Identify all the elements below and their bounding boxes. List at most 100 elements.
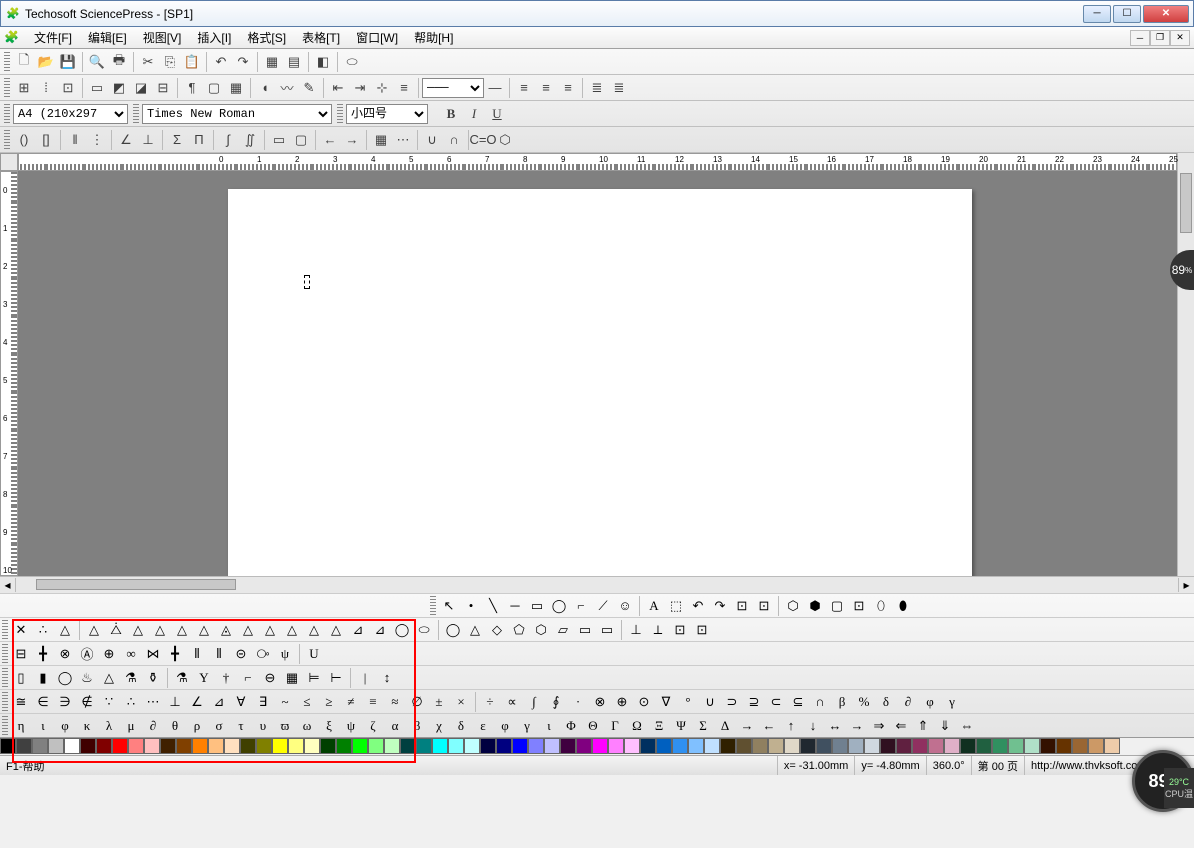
menu-view[interactable]: 视图[V] [135, 27, 190, 48]
symbol-button[interactable]: △ [281, 620, 303, 640]
color-swatch[interactable] [832, 738, 848, 754]
color-swatch[interactable] [176, 738, 192, 754]
symbol-button[interactable]: ⊗ [589, 692, 611, 712]
symbol-button[interactable]: ∂ [142, 716, 164, 736]
symbol-button[interactable]: ⊆ [787, 692, 809, 712]
color-swatch[interactable] [432, 738, 448, 754]
symbol-button[interactable]: ☺ [614, 596, 636, 616]
symbol-button[interactable]: ζ [362, 716, 384, 736]
symbol-button[interactable]: φ [919, 692, 941, 712]
symbol-button[interactable]: ⬡ [530, 620, 552, 640]
color-swatch[interactable] [864, 738, 880, 754]
insert-table-icon[interactable]: ▦ [261, 51, 283, 73]
symbol-button[interactable]: ⇐ [890, 716, 912, 736]
symbol-button[interactable]: ω [296, 716, 318, 736]
color-swatch[interactable] [1008, 738, 1024, 754]
symbol-button[interactable]: ⊃ [721, 692, 743, 712]
arrow-r-icon[interactable]: → [341, 129, 363, 151]
symbol-button[interactable]: ▢ [826, 596, 848, 616]
dots3-icon[interactable]: ⋯ [392, 129, 414, 151]
symbol-button[interactable]: ⊥ [625, 620, 647, 640]
symbol-button[interactable]: ╋ [164, 644, 186, 664]
symbol-button[interactable]: ⬮ [892, 596, 914, 616]
symbol-button[interactable]: ⦀ [186, 644, 208, 664]
symbol-button[interactable]: Ω [626, 716, 648, 736]
redo-icon[interactable]: ↷ [232, 51, 254, 73]
symbol-button[interactable]: ↖ [438, 596, 460, 616]
symbol-button[interactable]: ⊕ [98, 644, 120, 664]
box-icon[interactable]: ▢ [203, 77, 225, 99]
color-swatch[interactable] [368, 738, 384, 754]
grid-icon[interactable]: ⊡ [57, 77, 79, 99]
symbol-button[interactable]: ⌐ [237, 668, 259, 688]
distribute-icon[interactable]: ≣ [608, 77, 630, 99]
symbol-button[interactable]: ≥ [318, 692, 340, 712]
grip-icon[interactable] [2, 716, 8, 736]
symbol-button[interactable]: △ [259, 620, 281, 640]
symbol-button[interactable]: ▭ [596, 620, 618, 640]
object-icon[interactable]: ◧ [312, 51, 334, 73]
color-swatch[interactable] [912, 738, 928, 754]
color-swatch[interactable] [48, 738, 64, 754]
symbol-button[interactable]: Φ [560, 716, 582, 736]
color-swatch[interactable] [464, 738, 480, 754]
symbol-button[interactable]: Γ [604, 716, 626, 736]
symbol-button[interactable]: △ [127, 620, 149, 640]
symbol-button[interactable]: ∈ [32, 692, 54, 712]
horizontal-scrollbar[interactable]: ◂ ▸ [0, 576, 1194, 593]
symbol-button[interactable]: ⊙ [633, 692, 655, 712]
color-swatch[interactable] [688, 738, 704, 754]
symbol-button[interactable]: σ [208, 716, 230, 736]
symbol-button[interactable]: ⟋ [592, 596, 614, 616]
matrix-icon[interactable]: [] [35, 129, 57, 151]
symbol-button[interactable]: ⊥ [164, 692, 186, 712]
symbol-button[interactable]: ◇ [486, 620, 508, 640]
symbol-button[interactable]: ⊡ [669, 620, 691, 640]
color-swatch[interactable] [624, 738, 640, 754]
symbol-button[interactable]: ∃ [252, 692, 274, 712]
symbol-button[interactable]: ⬚ [665, 596, 687, 616]
symbol-button[interactable]: △ [54, 620, 76, 640]
color-swatch[interactable] [32, 738, 48, 754]
merge-icon[interactable]: ⊟ [152, 77, 174, 99]
symbol-button[interactable]: ♨ [76, 668, 98, 688]
color-swatch[interactable] [752, 738, 768, 754]
color-swatch[interactable] [1088, 738, 1104, 754]
symbol-button[interactable]: ↓ [802, 716, 824, 736]
grip-icon[interactable] [2, 668, 8, 688]
symbol-button[interactable]: ⊟ [10, 644, 32, 664]
angle-icon[interactable]: ∠ [115, 129, 137, 151]
copy-icon[interactable]: ⎘ [159, 51, 181, 73]
symbol-button[interactable]: ⇑ [912, 716, 934, 736]
symbol-button[interactable]: ⊇ [743, 692, 765, 712]
symbol-button[interactable]: ↔ [824, 716, 846, 736]
color-swatch[interactable] [208, 738, 224, 754]
symbol-button[interactable]: ▭ [526, 596, 548, 616]
color-swatch[interactable] [1072, 738, 1088, 754]
symbol-button[interactable]: ⇓ [934, 716, 956, 736]
symbol-button[interactable]: ⇒ [868, 716, 890, 736]
symbol-button[interactable]: Ⓐ [76, 644, 98, 664]
menu-format[interactable]: 格式[S] [239, 27, 294, 48]
symbol-button[interactable]: ◯ [54, 668, 76, 688]
symbol-button[interactable]: ⚗ [171, 668, 193, 688]
color-swatch[interactable] [400, 738, 416, 754]
symbol-button[interactable]: ∝ [501, 692, 523, 712]
horizontal-ruler[interactable]: 0123456789101112131415161718192021222324… [18, 153, 1177, 171]
symbol-button[interactable]: ⊡ [848, 596, 870, 616]
mdi-close-button[interactable]: ✕ [1170, 30, 1190, 46]
symbol-button[interactable]: ⊗ [54, 644, 76, 664]
grid3-icon[interactable]: ▦ [370, 129, 392, 151]
color-swatch[interactable] [768, 738, 784, 754]
symbol-button[interactable]: θ [164, 716, 186, 736]
symbol-button[interactable]: † [215, 668, 237, 688]
color-swatch[interactable] [336, 738, 352, 754]
menu-table[interactable]: 表格[T] [294, 27, 348, 48]
oval-icon[interactable]: ⬭ [341, 51, 363, 73]
symbol-button[interactable]: φ [494, 716, 516, 736]
int2-icon[interactable]: ∬ [239, 129, 261, 151]
grip-icon[interactable] [2, 620, 8, 640]
color-swatch[interactable] [528, 738, 544, 754]
save-icon[interactable]: 💾 [57, 51, 79, 73]
symbol-button[interactable]: △ [303, 620, 325, 640]
